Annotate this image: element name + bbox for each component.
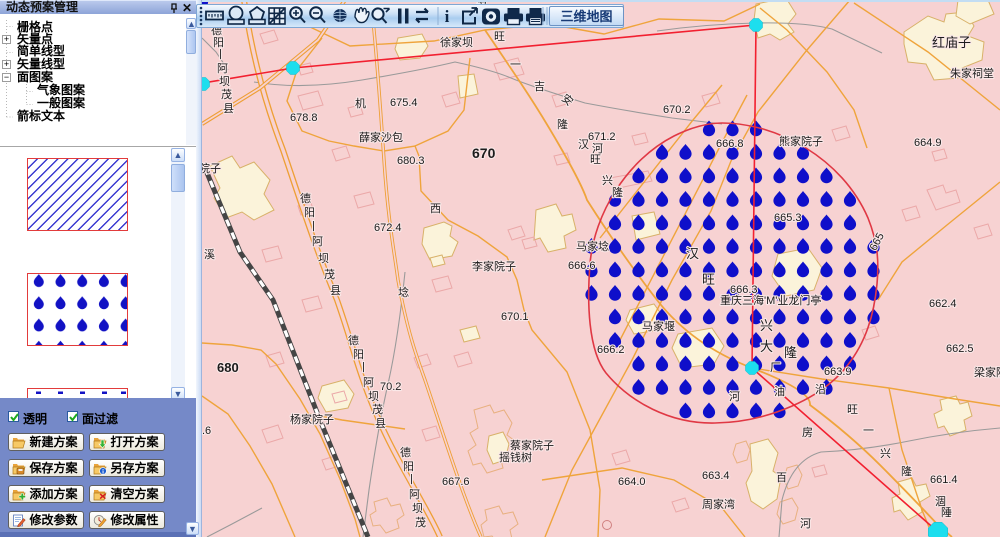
svg-text:670.1: 670.1 bbox=[501, 311, 529, 323]
svg-text:664.0: 664.0 bbox=[618, 476, 646, 488]
svg-text:663.4: 663.4 bbox=[702, 470, 730, 482]
svg-text:薛家沙包: 薛家沙包 bbox=[359, 130, 403, 144]
svg-text:朱家祠堂: 朱家祠堂 bbox=[950, 66, 994, 80]
svg-text:.6: .6 bbox=[202, 425, 211, 437]
svg-text:丨: 丨 bbox=[406, 473, 417, 486]
svg-text:蔡家院子: 蔡家院子 bbox=[510, 438, 554, 452]
svg-text:西: 西 bbox=[430, 203, 441, 215]
svg-text:涸: 涸 bbox=[935, 494, 946, 508]
svg-text:陲: 陲 bbox=[941, 506, 952, 519]
svg-text:665.3: 665.3 bbox=[774, 212, 802, 224]
svg-text:666.2: 666.2 bbox=[597, 344, 625, 356]
svg-text:70.2: 70.2 bbox=[380, 381, 401, 393]
svg-text:周家湾: 周家湾 bbox=[702, 497, 735, 511]
svg-text:680: 680 bbox=[217, 360, 239, 375]
svg-text:671.2: 671.2 bbox=[588, 131, 616, 143]
svg-text:阳: 阳 bbox=[353, 348, 364, 361]
svg-text:661.4: 661.4 bbox=[930, 474, 958, 486]
svg-text:机: 机 bbox=[355, 96, 366, 110]
svg-text:百: 百 bbox=[776, 472, 787, 484]
svg-text:家院子: 家院子 bbox=[202, 161, 221, 175]
svg-text:一: 一 bbox=[863, 425, 874, 437]
svg-text:680.3: 680.3 bbox=[397, 155, 425, 167]
svg-text:德: 德 bbox=[300, 191, 311, 205]
svg-text:河: 河 bbox=[729, 390, 740, 403]
svg-text:茂: 茂 bbox=[221, 87, 232, 101]
svg-text:一: 一 bbox=[510, 59, 521, 71]
svg-text:沿: 沿 bbox=[815, 383, 826, 396]
svg-text:汉: 汉 bbox=[578, 138, 589, 151]
svg-text:大: 大 bbox=[760, 339, 773, 354]
svg-text:德: 德 bbox=[400, 445, 411, 459]
svg-text:旺: 旺 bbox=[847, 404, 858, 416]
svg-text:阳: 阳 bbox=[304, 206, 315, 219]
svg-text:丨: 丨 bbox=[308, 220, 319, 233]
svg-text:旺: 旺 bbox=[494, 31, 505, 43]
svg-text:重庆三海'M'业龙门亭: 重庆三海'M'业龙门亭 bbox=[720, 293, 821, 307]
svg-text:李家院子: 李家院子 bbox=[472, 259, 516, 273]
svg-text:阿: 阿 bbox=[363, 376, 374, 389]
svg-text:摇钱树: 摇钱树 bbox=[499, 450, 532, 464]
svg-text:马家埝: 马家埝 bbox=[576, 239, 609, 253]
svg-text:旺: 旺 bbox=[702, 272, 715, 287]
svg-text:坝: 坝 bbox=[368, 389, 379, 403]
svg-text:兴: 兴 bbox=[880, 447, 891, 460]
svg-text:丨: 丨 bbox=[358, 361, 369, 374]
svg-text:溪: 溪 bbox=[204, 248, 215, 261]
svg-text:隆: 隆 bbox=[612, 185, 623, 199]
svg-text:茂: 茂 bbox=[324, 267, 335, 281]
svg-text:阿: 阿 bbox=[312, 235, 323, 248]
svg-text:隆: 隆 bbox=[557, 117, 568, 131]
svg-text:675.4: 675.4 bbox=[390, 97, 418, 109]
svg-text:马家堰: 马家堰 bbox=[642, 319, 675, 333]
svg-text:i: i bbox=[102, 469, 104, 475]
svg-text:红庙子: 红庙子 bbox=[932, 35, 971, 50]
svg-text:672.4: 672.4 bbox=[374, 222, 402, 234]
svg-text:阿: 阿 bbox=[409, 488, 420, 501]
svg-text:隆: 隆 bbox=[784, 345, 797, 360]
svg-text:德: 德 bbox=[348, 333, 359, 347]
svg-text:熊家院子: 熊家院子 bbox=[779, 134, 823, 148]
svg-text:厂: 厂 bbox=[770, 362, 781, 374]
svg-text:隆: 隆 bbox=[901, 464, 912, 478]
svg-text:县: 县 bbox=[330, 284, 341, 297]
svg-text:旺: 旺 bbox=[590, 154, 601, 166]
svg-text:埝: 埝 bbox=[398, 285, 409, 299]
svg-text:徐家坝: 徐家坝 bbox=[440, 35, 473, 49]
svg-text:兴: 兴 bbox=[602, 174, 613, 187]
svg-text:666.6: 666.6 bbox=[568, 260, 596, 272]
svg-text:河: 河 bbox=[800, 517, 811, 530]
svg-text:房: 房 bbox=[802, 426, 813, 439]
svg-text:县: 县 bbox=[223, 102, 234, 115]
svg-text:666.8: 666.8 bbox=[716, 138, 744, 150]
svg-text:阳: 阳 bbox=[403, 460, 414, 473]
svg-text:i: i bbox=[445, 7, 450, 26]
svg-text:阿: 阿 bbox=[217, 62, 228, 75]
svg-text:662.5: 662.5 bbox=[946, 343, 974, 355]
svg-text:664.9: 664.9 bbox=[914, 137, 942, 149]
svg-text:杨家院子: 杨家院子 bbox=[290, 412, 334, 426]
svg-text:坝: 坝 bbox=[412, 501, 423, 515]
svg-text:663.9: 663.9 bbox=[824, 366, 852, 378]
svg-text:油: 油 bbox=[774, 384, 785, 398]
svg-text:667.6: 667.6 bbox=[442, 476, 470, 488]
svg-text:汉: 汉 bbox=[686, 246, 699, 261]
svg-text:坝: 坝 bbox=[318, 251, 329, 265]
svg-text:丨: 丨 bbox=[215, 48, 226, 61]
svg-text:兴: 兴 bbox=[760, 318, 773, 333]
svg-text:662.4: 662.4 bbox=[929, 298, 957, 310]
svg-text:670.2: 670.2 bbox=[663, 104, 691, 116]
svg-text:梁家陵: 梁家陵 bbox=[974, 365, 1000, 379]
svg-text:678.8: 678.8 bbox=[290, 112, 318, 124]
svg-text:县: 县 bbox=[375, 417, 386, 430]
svg-text:茂: 茂 bbox=[415, 515, 426, 529]
svg-text:阳: 阳 bbox=[213, 36, 224, 49]
svg-text:670: 670 bbox=[472, 145, 496, 161]
svg-text:坝: 坝 bbox=[219, 74, 230, 88]
svg-text:茂: 茂 bbox=[372, 402, 383, 416]
svg-text:吉: 吉 bbox=[534, 80, 545, 93]
